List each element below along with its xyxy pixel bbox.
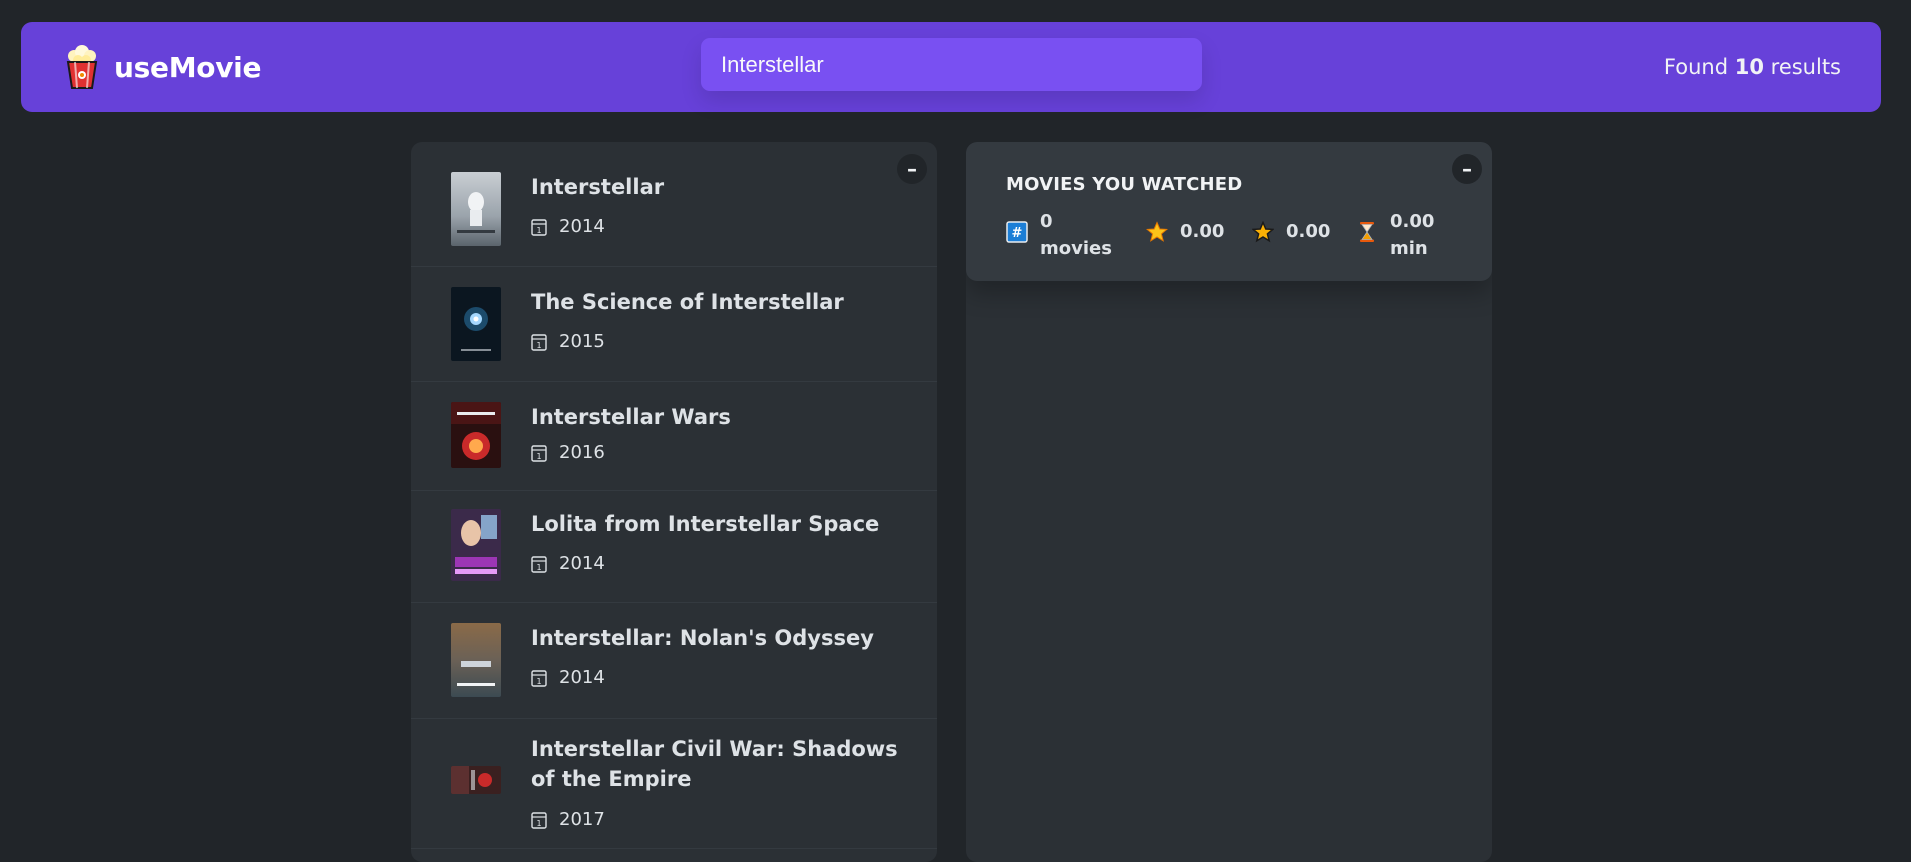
movie-item[interactable]: Interstellar Wars 1 2016	[411, 382, 937, 491]
stat-count-value: 0	[1040, 211, 1053, 232]
calendar-icon: 1	[531, 811, 547, 829]
stat-runtime-unit: min	[1390, 238, 1428, 259]
movie-year: 1 2017	[531, 809, 605, 830]
movie-item[interactable]: Interstellar 1 2014	[411, 142, 937, 267]
svg-text:1: 1	[536, 563, 541, 572]
movie-title: Interstellar: Nolan's Odyssey	[531, 626, 874, 650]
navbar: useMovie Found 10 results	[21, 22, 1881, 112]
summary-heading: Movies you watched	[1006, 174, 1243, 195]
summary-stats: # 0 movies 0.00 0.00 0.00 min	[1006, 208, 1446, 262]
watched-box: – Movies you watched # 0 movies 0.00	[966, 142, 1492, 862]
stat-user-rating: 0.00	[1252, 221, 1356, 243]
movie-item[interactable]: The Science of Interstellar 1 2015	[411, 267, 937, 382]
svg-text:#: #	[1012, 226, 1023, 241]
calendar-icon: 1	[531, 555, 547, 573]
movie-year: 1 2015	[531, 331, 605, 352]
svg-text:1: 1	[536, 452, 541, 461]
movie-year-value: 2017	[559, 809, 605, 830]
hourglass-icon	[1360, 222, 1374, 242]
calendar-icon: 1	[531, 218, 547, 236]
results-suffix: results	[1770, 55, 1841, 79]
movie-poster	[451, 402, 501, 468]
movie-title: Lolita from Interstellar Space	[531, 512, 880, 536]
stat-user-value: 0.00	[1286, 221, 1331, 242]
stat-count-text: 0 movies	[1040, 208, 1112, 262]
stat-runtime-value: 0.00	[1390, 211, 1435, 232]
movie-year-value: 2016	[559, 442, 605, 463]
popcorn-icon	[66, 45, 98, 89]
watched-summary: Movies you watched # 0 movies 0.00	[966, 142, 1492, 281]
stat-runtime-text: 0.00 min	[1390, 208, 1446, 262]
stat-imdb-rating: 0.00	[1146, 221, 1252, 243]
svg-text:1: 1	[536, 819, 541, 828]
movie-year: 1 2014	[531, 667, 605, 688]
movie-year: 1 2014	[531, 553, 605, 574]
movie-poster	[451, 287, 501, 361]
movie-title: Interstellar	[531, 175, 665, 199]
stat-movie-count: # 0 movies	[1006, 208, 1146, 262]
movie-year-value: 2015	[559, 331, 605, 352]
svg-text:1: 1	[536, 226, 541, 235]
movie-year-value: 2014	[559, 667, 605, 688]
collapse-results-button[interactable]: –	[897, 154, 927, 184]
star-icon	[1146, 221, 1168, 242]
movie-item[interactable]: Interstellar Civil War: Shadows of the E…	[411, 719, 937, 849]
calendar-icon: 1	[531, 333, 547, 351]
movie-year-value: 2014	[559, 216, 605, 237]
movie-item[interactable]: Lolita from Interstellar Space 1 2014	[411, 491, 937, 603]
stat-imdb-value: 0.00	[1180, 221, 1225, 242]
movie-poster	[451, 766, 501, 794]
movie-title: The Science of Interstellar	[531, 290, 844, 314]
calendar-icon: 1	[531, 669, 547, 687]
svg-text:1: 1	[536, 677, 541, 686]
movie-title: Interstellar Wars	[531, 405, 731, 429]
movie-year-value: 2014	[559, 553, 605, 574]
hash-icon: #	[1006, 221, 1028, 243]
results-count: Found 10 results	[1664, 55, 1841, 79]
movie-year: 1 2016	[531, 442, 605, 463]
movie-poster	[451, 623, 501, 697]
movie-poster	[451, 509, 501, 581]
results-number: 10	[1734, 55, 1764, 79]
results-prefix: Found	[1663, 55, 1729, 79]
calendar-icon: 1	[531, 444, 547, 462]
search-input[interactable]	[701, 38, 1202, 91]
stat-runtime: 0.00 min	[1356, 208, 1446, 262]
movie-poster	[451, 172, 501, 246]
collapse-watched-button[interactable]: –	[1452, 154, 1482, 184]
app-title: useMovie	[114, 50, 262, 84]
movie-year: 1 2014	[531, 216, 605, 237]
glowing-star-icon	[1252, 221, 1274, 243]
svg-text:1: 1	[536, 341, 541, 350]
movie-item[interactable]: Interstellar: Nolan's Odyssey 1 2014	[411, 603, 937, 719]
search-results-box: – Interstellar 1 2014 The Science of Int…	[411, 142, 937, 862]
logo: useMovie	[64, 44, 261, 90]
stat-count-unit: movies	[1040, 238, 1112, 259]
movie-title: Interstellar Civil War: Shadows of the E…	[531, 737, 898, 791]
